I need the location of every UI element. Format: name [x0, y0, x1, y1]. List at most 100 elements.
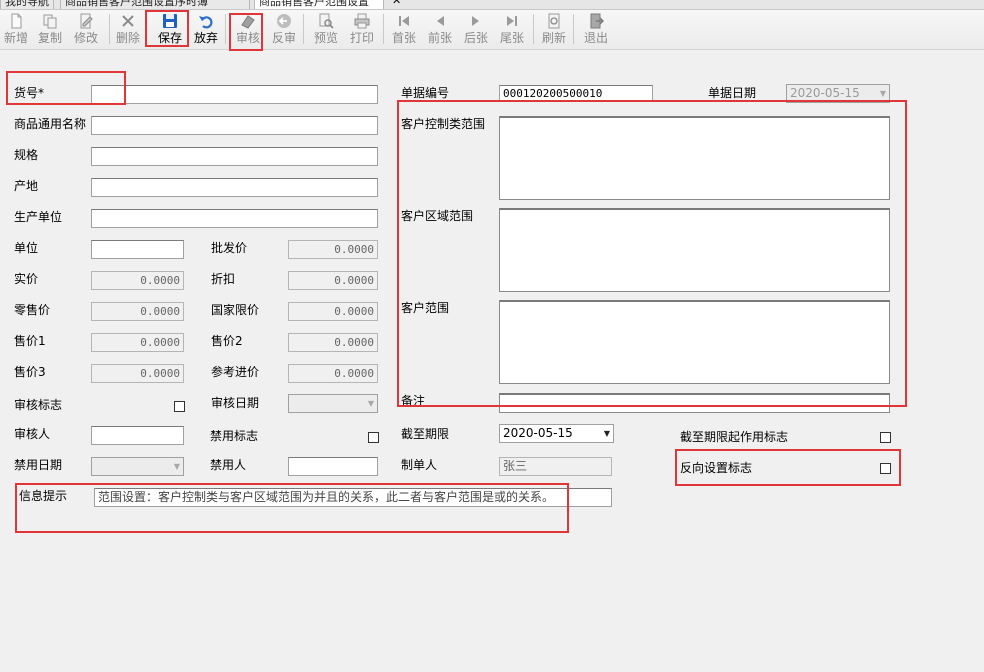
disabler-label: 禁用人: [210, 458, 247, 472]
new-button[interactable]: 新增: [0, 10, 32, 50]
wholesale-price-input[interactable]: 0.0000: [288, 240, 378, 259]
copy-label: 复制: [37, 31, 62, 45]
prev-arrow-icon: [437, 16, 444, 26]
toolbar-separator: [573, 14, 574, 44]
first-label: 首张: [391, 31, 416, 45]
price3-label: 售价3: [14, 365, 46, 379]
discard-button[interactable]: 放弃: [190, 10, 222, 50]
doc-no-input[interactable]: 000120200500010: [499, 85, 653, 102]
refresh-button[interactable]: 刷新: [538, 10, 570, 50]
audit-label: 审核: [235, 31, 260, 45]
tab-label: 我的导航: [5, 0, 49, 8]
unit-input[interactable]: [91, 240, 184, 259]
new-label: 新增: [3, 31, 28, 45]
retail-price-label: 零售价: [14, 303, 51, 317]
copy-icon: [43, 14, 57, 29]
dropdown-arrow-icon: ▼: [367, 399, 374, 408]
deadline-effective-flag-checkbox[interactable]: [880, 432, 891, 443]
unaudit-button[interactable]: 反审: [268, 10, 300, 50]
cust-range-label: 客户范围: [401, 301, 450, 315]
preview-label: 预览: [313, 31, 338, 45]
audit-date-picker[interactable]: ▼: [288, 394, 378, 413]
remark-textarea[interactable]: [499, 393, 890, 413]
disable-flag-checkbox[interactable]: [368, 432, 379, 443]
ref-purchase-price-label: 参考进价: [211, 365, 260, 379]
audit-date-label: 审核日期: [211, 396, 260, 410]
retail-price-input[interactable]: 0.0000: [91, 302, 184, 321]
tab-my-navigation[interactable]: 我的导航: [0, 0, 54, 9]
print-button[interactable]: 打印: [346, 10, 378, 50]
save-button[interactable]: 保存: [154, 10, 186, 50]
toolbar-separator: [383, 14, 384, 44]
toolbar: 新增 复制 修改 删除 保存 放弃 审核 反审 预览 打印 首张 前张 后张 尾…: [0, 10, 984, 50]
doc-date-picker[interactable]: 2020-05-15 ▼: [786, 84, 890, 103]
unit-label: 单位: [14, 241, 39, 255]
preview-magnifier-icon: [319, 13, 334, 29]
first-record-button[interactable]: 首张: [388, 10, 420, 50]
actual-price-input[interactable]: 0.0000: [91, 271, 184, 290]
preview-button[interactable]: 预览: [310, 10, 342, 50]
unaudit-circle-arrow-icon: [277, 14, 291, 28]
refresh-label: 刷新: [541, 31, 566, 45]
tab-range-settings[interactable]: 商品销售客户范围设置: [254, 0, 384, 9]
prev-record-button[interactable]: 前张: [424, 10, 456, 50]
origin-input[interactable]: [91, 178, 378, 197]
price2-input[interactable]: 0.0000: [288, 333, 378, 352]
item-no-label: 货号*: [14, 86, 45, 100]
tab-label: 商品销售客户范围设置序时簿: [65, 0, 208, 8]
ref-purchase-price-input[interactable]: 0.0000: [288, 364, 378, 383]
edit-icon: [80, 13, 93, 29]
disable-flag-label: 禁用标志: [210, 429, 259, 443]
generic-name-input[interactable]: [91, 116, 378, 135]
copy-button[interactable]: 复制: [34, 10, 66, 50]
next-arrow-icon: [472, 16, 479, 26]
item-no-input[interactable]: [91, 85, 378, 104]
spec-label: 规格: [14, 148, 39, 162]
deadline-date-picker[interactable]: 2020-05-15 ▼: [499, 424, 614, 443]
close-icon[interactable]: ✕: [392, 0, 401, 6]
cust-control-range-label: 客户控制类范围: [401, 117, 486, 131]
manufacturer-input[interactable]: [91, 209, 378, 228]
audit-flag-label: 审核标志: [14, 398, 63, 412]
discount-label: 折扣: [211, 272, 236, 286]
undo-arrow-icon: [199, 16, 213, 29]
origin-label: 产地: [14, 179, 39, 193]
audit-button[interactable]: 审核: [232, 10, 264, 50]
deadline-value: 2020-05-15: [503, 426, 573, 440]
modify-button[interactable]: 修改: [70, 10, 102, 50]
reverse-setting-flag-checkbox[interactable]: [880, 463, 891, 474]
doc-date-value: 2020-05-15: [790, 86, 860, 100]
exit-label: 退出: [583, 31, 608, 45]
delete-label: 删除: [115, 31, 140, 45]
audit-flag-checkbox[interactable]: [174, 401, 185, 412]
unaudit-label: 反审: [271, 31, 296, 45]
price1-input[interactable]: 0.0000: [91, 333, 184, 352]
creator-label: 制单人: [401, 458, 438, 472]
last-record-button[interactable]: 尾张: [496, 10, 528, 50]
price3-input[interactable]: 0.0000: [91, 364, 184, 383]
remark-label: 备注: [401, 394, 426, 408]
delete-button[interactable]: 删除: [112, 10, 144, 50]
exit-button[interactable]: 退出: [580, 10, 612, 50]
price2-label: 售价2: [211, 334, 243, 348]
save-label: 保存: [157, 31, 182, 45]
last-label: 尾张: [499, 31, 524, 45]
cust-control-range-textarea[interactable]: [499, 116, 890, 200]
spec-input[interactable]: [91, 147, 378, 166]
generic-name-label: 商品通用名称: [14, 117, 87, 131]
toolbar-separator: [109, 14, 110, 44]
wholesale-price-label: 批发价: [211, 241, 248, 255]
creator-input[interactable]: 张三: [499, 457, 612, 476]
next-record-button[interactable]: 后张: [460, 10, 492, 50]
cust-range-textarea[interactable]: [499, 300, 890, 384]
disabler-input[interactable]: [288, 457, 378, 476]
discount-input[interactable]: 0.0000: [288, 271, 378, 290]
state-limit-price-label: 国家限价: [211, 303, 260, 317]
state-limit-price-input[interactable]: 0.0000: [288, 302, 378, 321]
tab-range-list[interactable]: 商品销售客户范围设置序时簿: [60, 0, 250, 9]
exit-door-icon: [590, 13, 604, 29]
cust-region-range-textarea[interactable]: [499, 208, 890, 292]
auditor-input[interactable]: [91, 426, 184, 445]
manufacturer-label: 生产单位: [14, 210, 63, 224]
disable-date-picker[interactable]: ▼: [91, 457, 184, 476]
